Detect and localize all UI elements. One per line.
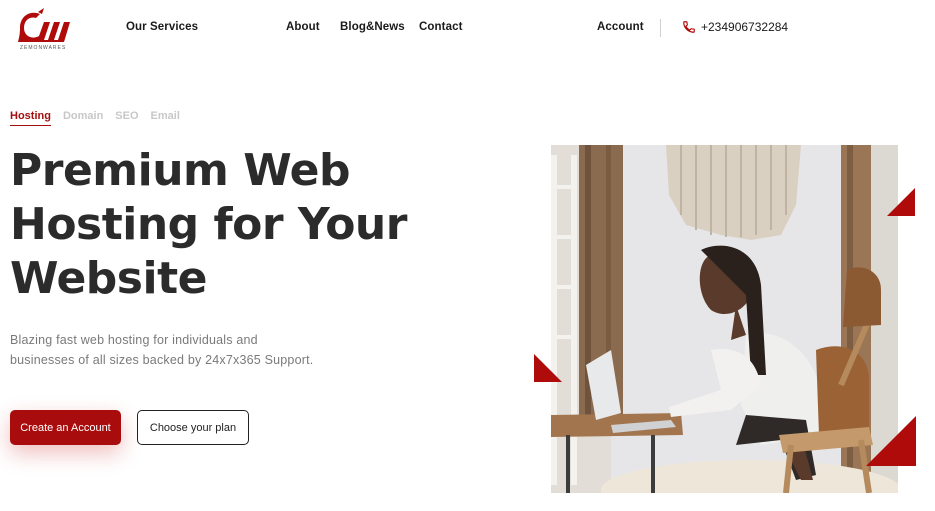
create-account-button[interactable]: Create an Account [10, 410, 121, 445]
decor-triangle [866, 416, 916, 466]
hero-photo [551, 145, 898, 493]
service-tabs: Hosting Domain SEO Email [10, 110, 180, 126]
hero-title-line: Premium Web [10, 145, 351, 196]
nav-account[interactable]: Account [597, 21, 644, 33]
tab-domain[interactable]: Domain [63, 110, 103, 126]
hero-description: Blazing fast web hosting for individuals… [10, 330, 370, 370]
brand-logo[interactable]: ZEMONWARES [14, 6, 86, 52]
tab-email[interactable]: Email [151, 110, 180, 126]
hero-description-line: Blazing fast web hosting for individuals… [10, 333, 258, 347]
hero-title: Premium Web Hosting for Your Website [10, 144, 480, 306]
header-divider [660, 19, 661, 37]
hero-title-line: Website [10, 253, 207, 304]
phone-number: +234906732284 [701, 20, 789, 34]
decor-triangle [887, 188, 915, 216]
site-header: ZEMONWARES Our Services About Blog&News … [0, 0, 935, 60]
phone-contact[interactable]: +234906732284 [682, 20, 792, 34]
hero-description-line: businesses of all sizes backed by 24x7x3… [10, 353, 314, 367]
logo-text: ZEMONWARES [20, 45, 66, 51]
nav-contact[interactable]: Contact [419, 21, 463, 33]
nav-blog-news[interactable]: Blog&News [340, 21, 405, 33]
hero-title-line: Hosting for Your [10, 199, 407, 250]
decor-triangle [534, 354, 562, 382]
phone-icon [683, 21, 695, 33]
tab-hosting[interactable]: Hosting [10, 110, 51, 126]
nav-about[interactable]: About [286, 21, 320, 33]
logo-icon: ZEMONWARES [18, 8, 70, 51]
choose-plan-button[interactable]: Choose your plan [137, 410, 249, 445]
nav-our-services[interactable]: Our Services [126, 21, 198, 33]
tab-seo[interactable]: SEO [115, 110, 138, 126]
